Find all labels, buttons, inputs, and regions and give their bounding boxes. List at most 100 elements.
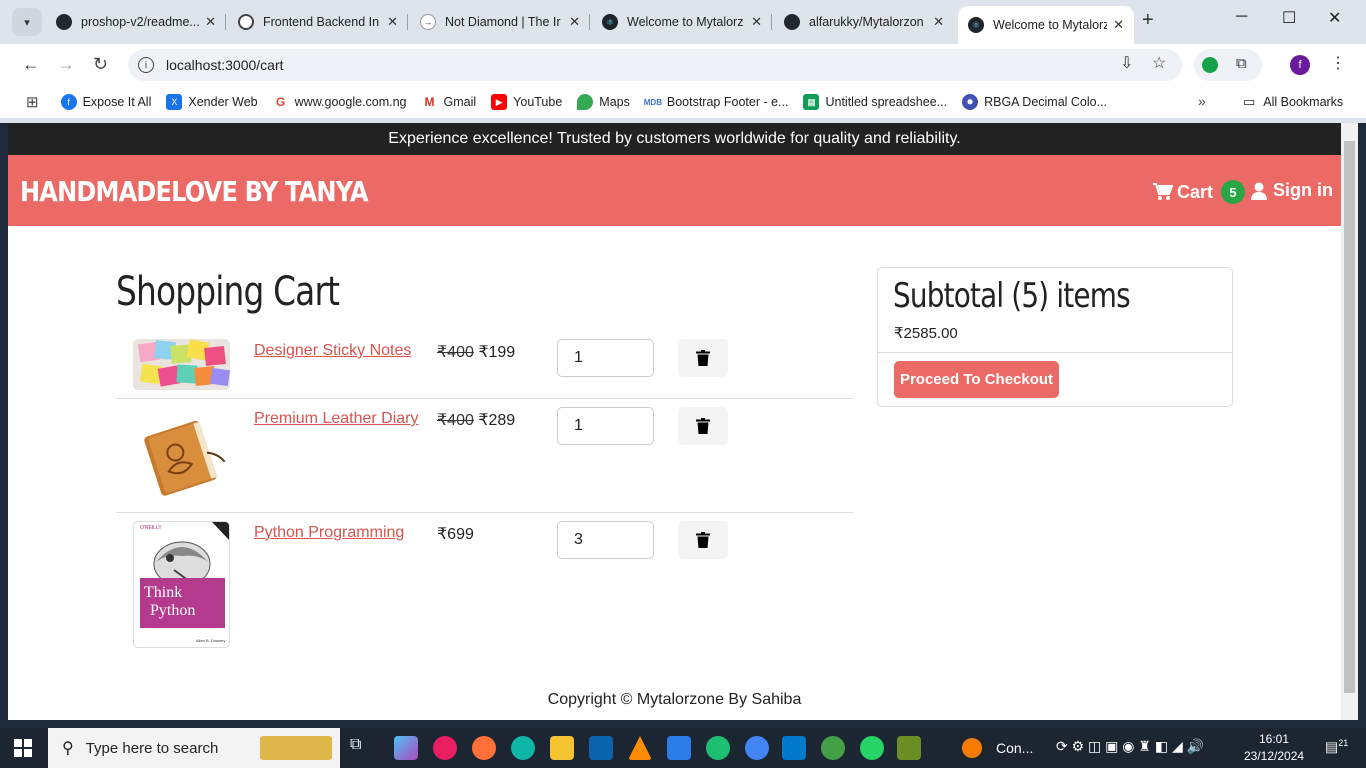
- taskbar-search-input[interactable]: ⚲ Type here to search: [48, 728, 340, 768]
- outlook-icon[interactable]: [589, 736, 613, 760]
- brand-logo[interactable]: HANDMADELOVE BY TANYA: [20, 175, 369, 208]
- current-price: ₹289: [478, 412, 516, 429]
- new-tab-button[interactable]: +: [1142, 9, 1154, 32]
- quantity-select[interactable]: 3: [557, 521, 654, 559]
- chrome-icon[interactable]: [745, 736, 769, 760]
- xampp-icon[interactable]: [706, 736, 730, 760]
- forward-button[interactable]: →: [57, 54, 75, 75]
- user-icon: [1251, 182, 1267, 200]
- minimize-button[interactable]: ─: [1236, 8, 1247, 26]
- grammarly-icon[interactable]: [1202, 57, 1218, 73]
- bookmark-google[interactable]: Gwww.google.com.ng: [272, 94, 407, 110]
- bookmark-xender[interactable]: X Xender Web: [166, 94, 258, 110]
- youtube-icon: ▶: [491, 94, 508, 110]
- install-app-icon[interactable]: ⇩: [1120, 53, 1133, 73]
- search-icon: ⚲: [62, 740, 74, 757]
- bookmark-expose-it-all[interactable]: f Expose It All: [60, 94, 151, 110]
- chevron-double-right-icon[interactable]: »: [1198, 93, 1206, 109]
- shopping-cart-icon: [1153, 183, 1173, 200]
- product-link[interactable]: Designer Sticky Notes: [254, 339, 424, 363]
- cart-item-row: Designer Sticky Notes ₹400 ₹199 1: [116, 329, 853, 399]
- react-icon: ⚛: [968, 17, 984, 33]
- file-explorer-icon[interactable]: [550, 736, 574, 760]
- delete-item-button[interactable]: [678, 407, 728, 445]
- summary-divider: [878, 352, 1232, 353]
- close-icon[interactable]: ✕: [1113, 17, 1124, 33]
- bookmark-spreadsheet[interactable]: ▦ Untitled spreadshee...: [803, 94, 947, 110]
- profile-avatar[interactable]: f: [1290, 55, 1310, 75]
- slack-icon[interactable]: [433, 736, 457, 760]
- vscode-icon[interactable]: [782, 736, 806, 760]
- system-tray-icons[interactable]: ⟳ ⚙ ◫ ▣ ◉ ♜ ◧ ◢ 🔊: [1056, 738, 1204, 755]
- page-scrollbar[interactable]: [1341, 123, 1358, 720]
- tab-not-diamond[interactable]: → Not Diamond | The Ir ✕: [410, 6, 590, 38]
- close-icon[interactable]: ✕: [569, 14, 580, 30]
- tab-mytalorzone-active[interactable]: ⚛ Welcome to Mytalorz ✕: [958, 6, 1134, 44]
- scrollbar-thumb[interactable]: [1344, 141, 1355, 693]
- rgba-icon: ✸: [962, 94, 979, 110]
- copilot-icon[interactable]: [394, 736, 418, 760]
- tab-frontend-backend[interactable]: Frontend Backend In ✕: [228, 6, 408, 38]
- utorrent-icon[interactable]: [821, 736, 845, 760]
- address-bar[interactable]: i localhost:3000/cart: [128, 49, 1182, 81]
- react-icon: ⚛: [602, 14, 618, 30]
- quantity-select[interactable]: 1: [557, 407, 654, 445]
- whatsapp-icon[interactable]: [860, 736, 884, 760]
- windows-start-icon[interactable]: [14, 739, 32, 757]
- notification-center-icon[interactable]: ▤21: [1325, 738, 1348, 756]
- proceed-to-checkout-button[interactable]: Proceed To Checkout: [894, 361, 1059, 398]
- terminal-app-icon[interactable]: [897, 736, 921, 760]
- bookmark-gmail[interactable]: M Gmail: [421, 94, 476, 110]
- current-price: ₹199: [478, 344, 516, 361]
- bookmark-star-icon[interactable]: ☆: [1152, 53, 1166, 73]
- product-image-python-book[interactable]: O'REILLY Think Python Allen B. Downey: [133, 521, 230, 648]
- microsoft-store-icon[interactable]: [667, 736, 691, 760]
- apps-grid-icon[interactable]: ⊞: [26, 93, 39, 111]
- bookmark-bootstrap-footer[interactable]: MDB Bootstrap Footer - e...: [644, 94, 788, 110]
- old-price: ₹400: [437, 412, 474, 429]
- book-author: Allen B. Downey: [196, 638, 225, 643]
- bookmark-maps[interactable]: Maps: [577, 94, 630, 110]
- product-image-leather-diary[interactable]: [133, 409, 230, 506]
- reload-button[interactable]: ↻: [93, 54, 108, 75]
- bookmark-rgba[interactable]: ✸ RBGA Decimal Colo...: [962, 94, 1107, 110]
- product-price: ₹699: [437, 524, 474, 544]
- firefox-icon[interactable]: [472, 736, 496, 760]
- nav-cart-link[interactable]: Cart 5: [1153, 180, 1246, 204]
- product-link[interactable]: Python Programming: [254, 521, 424, 545]
- bookmark-youtube[interactable]: ▶ YouTube: [491, 94, 562, 110]
- site-info-icon[interactable]: i: [138, 57, 154, 73]
- delete-item-button[interactable]: [678, 339, 728, 377]
- vlc-icon[interactable]: [628, 736, 652, 760]
- edge-icon[interactable]: [511, 736, 535, 760]
- nav-signin-link[interactable]: Sign in: [1251, 180, 1333, 201]
- close-icon[interactable]: ✕: [751, 14, 762, 30]
- all-bookmarks-folder[interactable]: ▭ All Bookmarks: [1243, 94, 1343, 110]
- tab-alfarukky[interactable]: alfarukky/Mytalorzon ✕: [774, 6, 954, 38]
- github-icon: [784, 14, 800, 30]
- running-app-icon[interactable]: [962, 738, 982, 758]
- quantity-select[interactable]: 1: [557, 339, 654, 377]
- delete-item-button[interactable]: [678, 521, 728, 559]
- task-view-icon[interactable]: ⧉: [350, 736, 374, 760]
- extensions-puzzle-icon[interactable]: ⧉: [1236, 55, 1247, 72]
- taskbar-clock[interactable]: 16:01 23/12/2024: [1244, 731, 1304, 765]
- tab-mytalorzone-1[interactable]: ⚛ Welcome to Mytalorz ✕: [592, 6, 772, 38]
- close-icon[interactable]: ✕: [387, 14, 398, 30]
- notification-count: 21: [1338, 738, 1349, 748]
- close-icon[interactable]: ✕: [933, 14, 944, 30]
- product-image-sticky-notes[interactable]: [133, 339, 230, 390]
- folder-icon: ▭: [1243, 94, 1256, 109]
- search-highlight-icon: [260, 736, 332, 760]
- maximize-button[interactable]: ☐: [1282, 8, 1296, 28]
- close-window-button[interactable]: ✕: [1328, 8, 1341, 28]
- tab-proshop[interactable]: proshop-v2/readme... ✕: [46, 6, 226, 38]
- tab-strip: ▾ proshop-v2/readme... ✕ Frontend Backen…: [0, 0, 1366, 44]
- page-title: Shopping Cart: [116, 269, 340, 315]
- product-link[interactable]: Premium Leather Diary: [254, 407, 424, 431]
- tab-search-button[interactable]: ▾: [12, 8, 42, 36]
- browser-menu-icon[interactable]: ⋮: [1330, 53, 1346, 73]
- back-button[interactable]: ←: [22, 54, 40, 75]
- close-icon[interactable]: ✕: [205, 14, 216, 30]
- running-app-label[interactable]: Con...: [996, 740, 1033, 756]
